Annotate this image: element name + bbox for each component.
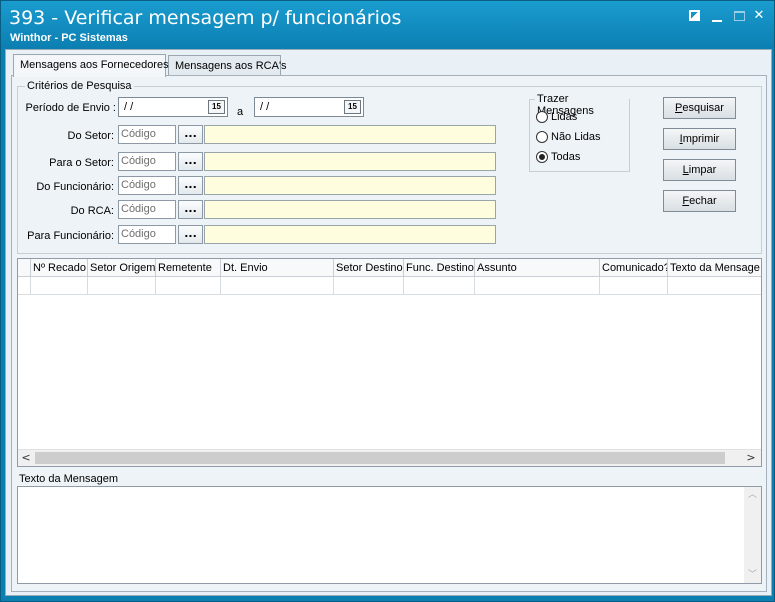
grid-cell (475, 277, 600, 295)
para-funcionario-label: Para Funcionário: (27, 230, 114, 242)
title-bar[interactable]: 393 - Verificar mensagem p/ funcionários… (1, 1, 774, 48)
close-icon[interactable]: ✕ (749, 7, 769, 25)
horizontal-scrollbar[interactable]: < > (18, 449, 761, 466)
col-header[interactable]: Setor Destino (334, 259, 404, 277)
col-header[interactable]: Setor Origem (88, 259, 156, 277)
radio-todas-label: Todas (551, 151, 581, 163)
do-funcionario-lookup-button[interactable]: ... (178, 176, 203, 195)
grid-indicator-col (18, 259, 31, 277)
window-title: 393 - Verificar mensagem p/ funcionários (9, 7, 402, 29)
grid-cell (334, 277, 404, 295)
date-from-field[interactable]: / / 15 (118, 97, 228, 117)
window-subtitle: Winthor - PC Sistemas (10, 32, 128, 44)
do-rca-lookup-button[interactable]: ... (178, 200, 203, 219)
para-funcionario-desc-field[interactable] (204, 225, 496, 244)
col-header[interactable]: Texto da Mensage (668, 259, 761, 277)
col-header[interactable]: Assunto (475, 259, 600, 277)
fechar-label: echar (689, 195, 717, 207)
message-text-label: Texto da Mensagem (19, 473, 119, 485)
criteria-legend: Critérios de Pesquisa (25, 80, 134, 92)
radio-selected-icon[interactable] (536, 151, 548, 164)
tab-rcas[interactable]: Mensagens aos RCA's (168, 55, 287, 76)
scroll-thumb[interactable] (35, 452, 725, 464)
para-setor-code-input[interactable]: Código (118, 152, 176, 171)
message-textarea[interactable]: ︿ ﹀ (17, 486, 762, 584)
grid-cell (600, 277, 668, 295)
do-setor-code-input[interactable]: Código (118, 125, 176, 144)
para-funcionario-code-input[interactable]: Código (118, 225, 176, 244)
restore-icon[interactable] (684, 7, 704, 25)
col-header[interactable]: Dt. Envio (221, 259, 334, 277)
col-header[interactable]: Func. Destino (404, 259, 475, 277)
radio-lidas-label: Lidas (551, 111, 578, 123)
do-setor-desc-field[interactable] (204, 125, 496, 144)
minimize-icon[interactable] (707, 7, 727, 25)
radio-circle-icon[interactable] (536, 111, 548, 124)
radio-nao-lidas-label: Não Lidas (551, 131, 601, 143)
do-rca-desc-field[interactable] (204, 200, 496, 219)
col-header[interactable]: Remetente (156, 259, 221, 277)
periodo-label: Período de Envio : (25, 102, 116, 114)
limpar-button[interactable]: Limpar (663, 159, 736, 181)
do-rca-code-input[interactable]: Código (118, 200, 176, 219)
fechar-button[interactable]: Fechar (663, 190, 736, 212)
para-setor-desc-field[interactable] (204, 152, 496, 171)
do-funcionario-desc-field[interactable] (204, 176, 496, 195)
trazer-mensagens-group: Trazer Mensagens Lidas Não Lidas Todas (529, 93, 630, 172)
calendar-icon[interactable]: 15 (344, 100, 361, 114)
do-funcionario-label: Do Funcionário: (36, 181, 114, 193)
imprimir-button[interactable]: Imprimir (663, 128, 736, 150)
client-area: Mensagens aos Fornecedores Mensagens aos… (5, 49, 772, 596)
grid-cell (31, 277, 88, 295)
radio-lidas[interactable]: Lidas (536, 111, 578, 124)
criteria-group: Critérios de Pesquisa Período de Envio :… (17, 80, 762, 254)
scroll-left-icon[interactable]: < (18, 451, 34, 465)
para-funcionario-lookup-button[interactable]: ... (178, 225, 203, 244)
para-setor-label: Para o Setor: (49, 157, 114, 169)
do-setor-lookup-button[interactable]: ... (178, 125, 203, 144)
date-from-value: / / (124, 101, 134, 113)
para-setor-lookup-button[interactable]: ... (178, 152, 203, 171)
date-sep: a (237, 106, 244, 118)
messages-grid[interactable]: Nº Recado Setor Origem Remetente Dt. Env… (17, 258, 762, 467)
pesquisar-label: esquisar (682, 102, 724, 114)
radio-circle-icon[interactable] (536, 131, 548, 144)
col-header[interactable]: Comunicado? (600, 259, 668, 277)
grid-cell (221, 277, 334, 295)
scroll-down-icon[interactable]: ﹀ (744, 567, 761, 583)
grid-cell (88, 277, 156, 295)
tab-panel: Critérios de Pesquisa Período de Envio :… (11, 75, 767, 592)
limpar-label: impar (688, 164, 717, 176)
do-funcionario-code-input[interactable]: Código (118, 176, 176, 195)
pesquisar-button[interactable]: Pesquisar (663, 97, 736, 119)
imprimir-label: mprimir (682, 133, 720, 145)
grid-cell (404, 277, 475, 295)
table-row[interactable] (18, 277, 761, 295)
maximize-icon[interactable] (729, 7, 749, 25)
radio-nao-lidas[interactable]: Não Lidas (536, 131, 601, 144)
grid-header: Nº Recado Setor Origem Remetente Dt. Env… (18, 259, 761, 277)
col-header[interactable]: Nº Recado (31, 259, 88, 277)
radio-todas[interactable]: Todas (536, 151, 581, 164)
scroll-right-icon[interactable]: > (743, 451, 759, 465)
scroll-up-icon[interactable]: ︿ (744, 487, 761, 503)
vertical-scrollbar[interactable]: ︿ ﹀ (744, 487, 761, 583)
date-to-field[interactable]: / / 15 (254, 97, 364, 117)
date-to-value: / / (260, 101, 270, 113)
do-setor-label: Do Setor: (67, 130, 114, 142)
calendar-icon[interactable]: 15 (208, 100, 225, 114)
tab-fornecedores[interactable]: Mensagens aos Fornecedores (13, 54, 169, 77)
app-window: 393 - Verificar mensagem p/ funcionários… (0, 0, 775, 602)
grid-cell (156, 277, 221, 295)
do-rca-label: Do RCA: (70, 205, 114, 217)
grid-cell (18, 277, 31, 295)
